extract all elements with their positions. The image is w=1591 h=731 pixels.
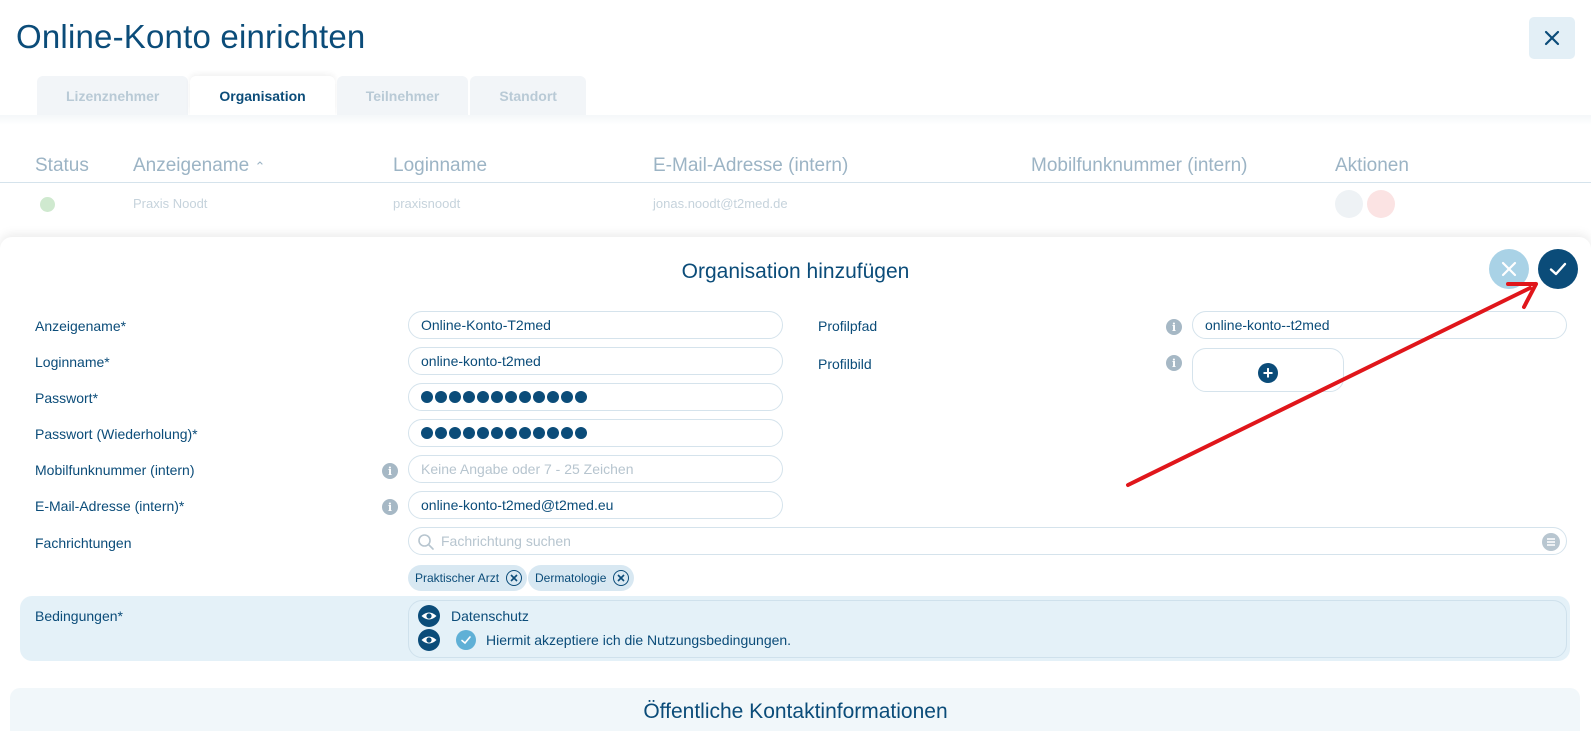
password-dot bbox=[449, 427, 461, 439]
password-dot bbox=[575, 427, 587, 439]
password-dot bbox=[519, 427, 531, 439]
cell-anzeigename: Praxis Noodt bbox=[133, 196, 208, 211]
info-icon[interactable]: i bbox=[382, 463, 398, 479]
loginname-input[interactable]: online-konto-t2med bbox=[408, 347, 783, 375]
tab-divider bbox=[0, 115, 1591, 125]
password-input[interactable] bbox=[408, 383, 783, 411]
email-input[interactable]: online-konto-t2med@t2med.eu bbox=[408, 491, 783, 519]
password-dot bbox=[505, 391, 517, 403]
tab-bar: Lizenznehmer Organisation Teilnehmer Sta… bbox=[37, 76, 588, 116]
close-window-button[interactable] bbox=[1529, 17, 1575, 59]
remove-chip-icon[interactable] bbox=[613, 570, 630, 586]
col-anzeigename[interactable]: Anzeigename ⌃ bbox=[133, 155, 265, 177]
password-dot bbox=[435, 427, 447, 439]
profilbild-label: Profilbild bbox=[818, 356, 872, 372]
info-icon[interactable]: i bbox=[1166, 355, 1182, 371]
password-dot bbox=[519, 391, 531, 403]
password-dot bbox=[561, 427, 573, 439]
table-row[interactable]: Praxis Noodt praxisnoodt jonas.noodt@t2m… bbox=[0, 190, 1591, 220]
password-dot bbox=[491, 427, 503, 439]
datenschutz-link[interactable]: Datenschutz bbox=[451, 608, 529, 624]
password-dot bbox=[477, 427, 489, 439]
password-dot bbox=[449, 391, 461, 403]
password-repeat-mask bbox=[421, 427, 587, 439]
tab-organisation[interactable]: Organisation bbox=[190, 76, 335, 116]
close-icon bbox=[1544, 30, 1560, 46]
col-status[interactable]: Status bbox=[35, 155, 89, 177]
cell-email: jonas.noodt@t2med.de bbox=[653, 196, 788, 211]
col-aktionen: Aktionen bbox=[1335, 155, 1409, 176]
eye-icon[interactable] bbox=[418, 629, 440, 651]
password-dot bbox=[547, 391, 559, 403]
table-header: Status Anzeigename ⌃ Loginname E-Mail-Ad… bbox=[0, 153, 1591, 183]
password-dot bbox=[477, 391, 489, 403]
password-mask bbox=[421, 391, 587, 403]
checkmark-icon bbox=[461, 636, 471, 645]
password-dot bbox=[533, 391, 545, 403]
profilpfad-input[interactable]: online-konto--t2med bbox=[1192, 311, 1567, 339]
info-icon[interactable]: i bbox=[1166, 319, 1182, 335]
password-dot bbox=[547, 427, 559, 439]
col-mobil[interactable]: Mobilfunknummer (intern) bbox=[1031, 155, 1247, 177]
password-dot bbox=[463, 427, 475, 439]
contact-section-title: Öffentliche Kontaktinformationen bbox=[643, 700, 948, 723]
password-dot bbox=[421, 391, 433, 403]
status-indicator bbox=[40, 197, 55, 212]
list-icon[interactable] bbox=[1542, 533, 1560, 551]
search-placeholder: Fachrichtung suchen bbox=[441, 533, 571, 549]
chip-praktischer-arzt: Praktischer Arzt bbox=[408, 565, 528, 591]
password-dot bbox=[533, 427, 545, 439]
password-dot bbox=[463, 391, 475, 403]
plus-icon[interactable]: + bbox=[1258, 363, 1278, 383]
conditions-box bbox=[408, 600, 1567, 658]
tab-standort[interactable]: Standort bbox=[470, 76, 586, 116]
eye-icon[interactable] bbox=[418, 605, 440, 627]
password-dot bbox=[421, 427, 433, 439]
accept-terms-label[interactable]: Hiermit akzeptiere ich die Nutzungsbedin… bbox=[486, 632, 791, 648]
cancel-button[interactable] bbox=[1489, 249, 1529, 289]
anzeigename-input[interactable]: Online-Konto-T2med bbox=[408, 311, 783, 339]
accept-terms-checkbox[interactable] bbox=[456, 630, 476, 650]
col-loginname[interactable]: Loginname bbox=[393, 155, 487, 177]
profilpfad-label: Profilpfad bbox=[818, 318, 878, 334]
checkmark-icon bbox=[1549, 262, 1567, 276]
profilbild-upload[interactable]: + bbox=[1192, 348, 1344, 392]
passwort-label: Passwort* bbox=[35, 390, 99, 406]
password-dot bbox=[491, 391, 503, 403]
loginname-label: Loginname* bbox=[35, 354, 110, 370]
password-dot bbox=[505, 427, 517, 439]
delete-icon[interactable] bbox=[1367, 190, 1395, 218]
password-repeat-input[interactable] bbox=[408, 419, 783, 447]
info-icon[interactable]: i bbox=[382, 499, 398, 515]
fachrichtungen-label: Fachrichtungen bbox=[35, 535, 132, 551]
sort-asc-icon: ⌃ bbox=[254, 159, 266, 174]
col-email[interactable]: E-Mail-Adresse (intern) bbox=[653, 155, 848, 177]
anzeigename-label: Anzeigename* bbox=[35, 318, 127, 334]
email-label: E-Mail-Adresse (intern)* bbox=[35, 498, 185, 514]
dialog-title: Organisation hinzufügen bbox=[681, 260, 910, 283]
cell-loginname: praxisnoodt bbox=[393, 196, 461, 211]
mobil-input[interactable]: Keine Angabe oder 7 - 25 Zeichen bbox=[408, 455, 783, 483]
edit-icon[interactable] bbox=[1335, 190, 1363, 218]
page-title: Online-Konto einrichten bbox=[16, 18, 366, 55]
search-icon bbox=[418, 534, 434, 550]
mobil-label: Mobilfunknummer (intern) bbox=[35, 462, 195, 478]
fachrichtung-search-input[interactable]: Fachrichtung suchen bbox=[408, 527, 1567, 555]
password-dot bbox=[561, 391, 573, 403]
tab-teilnehmer[interactable]: Teilnehmer bbox=[336, 76, 469, 116]
bedingungen-label: Bedingungen* bbox=[35, 608, 123, 624]
remove-chip-icon[interactable] bbox=[506, 570, 523, 586]
chip-dermatologie: Dermatologie bbox=[528, 565, 635, 591]
save-button[interactable] bbox=[1538, 249, 1578, 289]
password-dot bbox=[575, 391, 587, 403]
tab-lizenznehmer[interactable]: Lizenznehmer bbox=[37, 76, 189, 116]
passwort-wdh-label: Passwort (Wiederholung)* bbox=[35, 426, 198, 442]
password-dot bbox=[435, 391, 447, 403]
close-icon bbox=[1501, 261, 1517, 277]
